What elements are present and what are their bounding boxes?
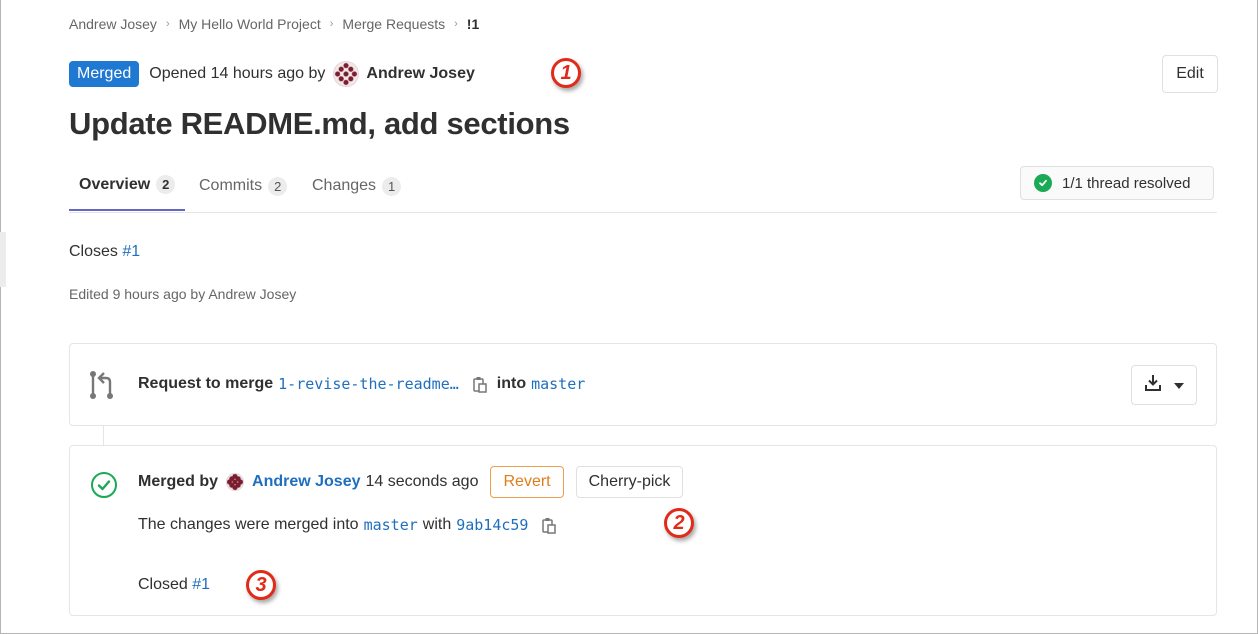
download-dropdown-button[interactable] <box>1131 365 1197 405</box>
request-prefix: Request to merge <box>138 375 274 392</box>
download-icon <box>1144 374 1162 397</box>
check-circle-icon <box>1034 174 1052 192</box>
revert-button[interactable]: Revert <box>490 466 564 498</box>
merge-commit-info: The changes were merged into master with… <box>138 516 566 534</box>
merged-widget: Merged by Andrew Josey 14 seconds ago Re… <box>69 445 1217 616</box>
closed-issue-link[interactable]: #1 <box>192 576 210 593</box>
edit-button[interactable]: Edit <box>1162 55 1218 93</box>
thread-resolved-status[interactable]: 1/1 thread resolved <box>1020 166 1214 200</box>
tab-overview[interactable]: Overview 2 <box>69 160 186 211</box>
tab-changes[interactable]: Changes 1 <box>312 160 402 212</box>
into-text: into <box>496 375 527 392</box>
breadcrumb-project[interactable]: My Hello World Project <box>179 16 321 32</box>
copy-sha-icon[interactable] <box>542 517 557 534</box>
opened-text: Opened 14 hours ago by <box>149 65 326 82</box>
with-text: with <box>422 516 452 533</box>
tab-count: 2 <box>268 176 288 196</box>
merger-link[interactable]: Andrew Josey <box>252 473 360 491</box>
breadcrumb: Andrew Josey › My Hello World Project › … <box>69 16 479 32</box>
widget-connector <box>103 426 104 446</box>
closes-prefix: Closes <box>69 243 118 260</box>
sidebar-edge <box>0 232 6 287</box>
mr-description: Closes #1 <box>69 243 140 261</box>
chevron-right-icon: › <box>454 18 458 30</box>
commit-sha-link[interactable]: 9ab14c59 <box>456 516 528 534</box>
copy-branch-icon[interactable] <box>473 376 487 393</box>
status-badge: Merged <box>69 61 140 87</box>
tab-count: 1 <box>382 176 402 196</box>
source-branch-link[interactable]: 1-revise-the-readme… <box>278 375 459 393</box>
annotation-marker-3: 3 <box>246 570 276 600</box>
tab-count: 2 <box>156 175 176 194</box>
chevron-right-icon: › <box>165 18 170 30</box>
tab-label: Overview <box>79 175 151 193</box>
target-branch-link[interactable]: master <box>531 375 585 393</box>
edited-text: Edited 9 hours ago by Andrew Josey <box>69 286 297 302</box>
tab-label: Commits <box>199 177 263 194</box>
closed-issues-line: Closed #1 <box>138 576 210 594</box>
breadcrumb-user[interactable]: Andrew Josey <box>69 16 157 32</box>
target-branch-link[interactable]: master <box>364 516 418 534</box>
success-check-icon <box>90 471 118 504</box>
chevron-right-icon: › <box>329 18 334 30</box>
changes-prefix: The changes were merged into <box>138 516 359 533</box>
merged-time: 14 seconds ago <box>365 473 479 490</box>
merged-by-line: Merged by Andrew Josey 14 seconds ago Re… <box>138 466 684 498</box>
cherry-pick-button[interactable]: Cherry-pick <box>575 466 684 498</box>
merge-request-text: Request to merge 1-revise-the-readme… in… <box>138 375 585 393</box>
thread-resolved-label: 1/1 thread resolved <box>1062 174 1191 192</box>
author-link[interactable]: Andrew Josey <box>366 65 474 83</box>
closed-prefix: Closed <box>138 576 188 593</box>
page-title: Update README.md, add sections <box>69 106 570 141</box>
breadcrumb-merge-requests[interactable]: Merge Requests <box>342 16 445 32</box>
annotation-marker-2: 2 <box>664 508 694 538</box>
tab-label: Changes <box>312 177 377 194</box>
merged-by-label: Merged by <box>138 473 219 490</box>
chevron-down-icon <box>1174 376 1184 394</box>
mr-status-row: Merged Opened 14 hours ago by Andrew Jos… <box>69 61 475 87</box>
annotation-marker-1: 1 <box>551 58 581 88</box>
avatar[interactable] <box>226 473 245 491</box>
breadcrumb-current-mr[interactable]: !1 <box>467 16 479 32</box>
merge-request-widget: Request to merge 1-revise-the-readme… in… <box>69 343 1217 426</box>
merge-request-icon <box>88 370 118 405</box>
issue-link[interactable]: #1 <box>122 243 140 260</box>
tab-commits[interactable]: Commits 2 <box>199 160 288 212</box>
avatar[interactable] <box>333 61 360 87</box>
